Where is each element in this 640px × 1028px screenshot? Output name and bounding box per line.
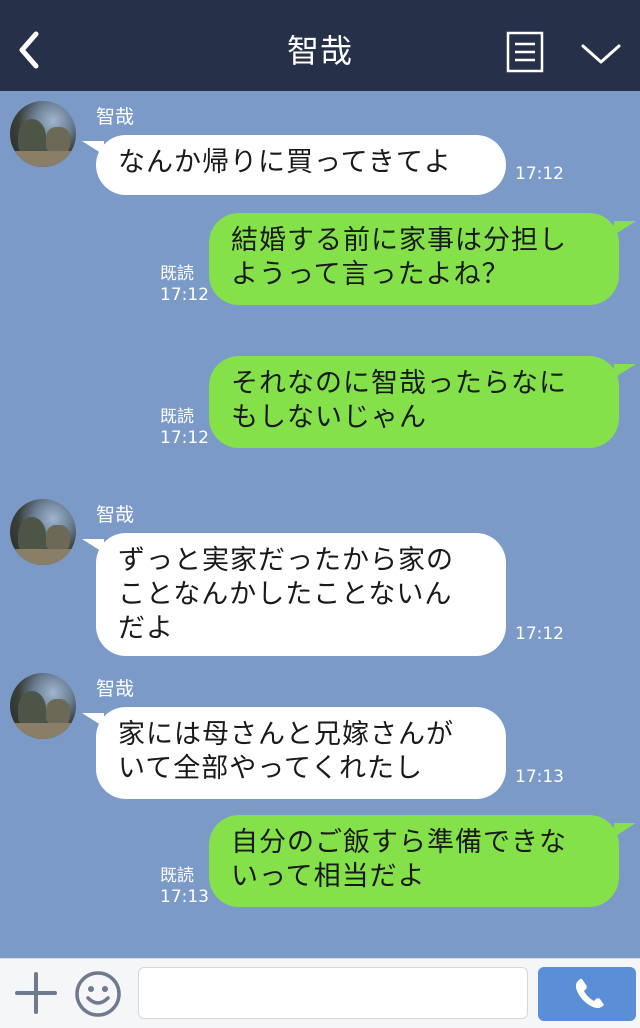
sender-name: 智哉 (96, 504, 135, 526)
message-time: 17:13 (160, 887, 209, 907)
message-bubble[interactable]: 結婚する前に家事は分担し ようって言ったよね？ (209, 213, 619, 305)
phone-icon (575, 978, 604, 1009)
message-meta: 既読 17:13 (160, 866, 209, 908)
plus-icon (15, 972, 57, 1014)
sender-name: 智哉 (96, 106, 135, 128)
bubble-tail (614, 221, 636, 235)
read-receipt: 既読 (160, 407, 194, 427)
chat-title: 智哉 (286, 32, 353, 70)
chat-header: 智哉 (0, 0, 640, 91)
smiley-icon (75, 971, 121, 1017)
chevron-down-icon (581, 44, 621, 64)
avatar[interactable] (10, 101, 76, 167)
read-receipt: 既読 (160, 866, 194, 886)
call-button[interactable] (538, 967, 636, 1021)
input-bar (0, 958, 640, 1028)
message-time: 17:12 (160, 285, 209, 305)
bubble-tail (614, 823, 636, 837)
sender-name: 智哉 (96, 678, 135, 700)
message-bubble[interactable]: 自分のご飯すら準備できな いって相当だよ (209, 815, 619, 907)
read-receipt: 既読 (160, 264, 194, 284)
message-input[interactable] (138, 967, 528, 1019)
collapse-button[interactable] (580, 40, 622, 68)
message-bubble[interactable]: それなのに智哉ったらなに もしないじゃん (209, 356, 619, 448)
message-time: 17:12 (515, 164, 564, 184)
menu-list-icon (506, 31, 544, 73)
emoji-button[interactable] (74, 970, 122, 1018)
avatar[interactable] (10, 673, 76, 739)
attach-button[interactable] (14, 971, 58, 1015)
message-bubble[interactable]: なんか帰りに買ってきてよ (96, 135, 506, 195)
message-time: 17:12 (515, 624, 564, 644)
bubble-tail (614, 364, 636, 378)
message-bubble[interactable]: ずっと実家だったから家の ことなんかしたことないん だよ (96, 533, 506, 656)
message-meta: 既読 17:12 (160, 264, 209, 306)
avatar[interactable] (10, 499, 76, 565)
menu-button[interactable] (506, 31, 544, 73)
message-bubble[interactable]: 家には母さんと兄嫁さんが いて全部やってくれたし (96, 707, 506, 799)
chat-area[interactable]: 智哉 なんか帰りに買ってきてよ 17:12 既読 17:12 結婚する前に家事は… (0, 91, 640, 958)
message-meta: 既読 17:12 (160, 407, 209, 449)
message-time: 17:13 (515, 767, 564, 787)
message-time: 17:12 (160, 428, 209, 448)
